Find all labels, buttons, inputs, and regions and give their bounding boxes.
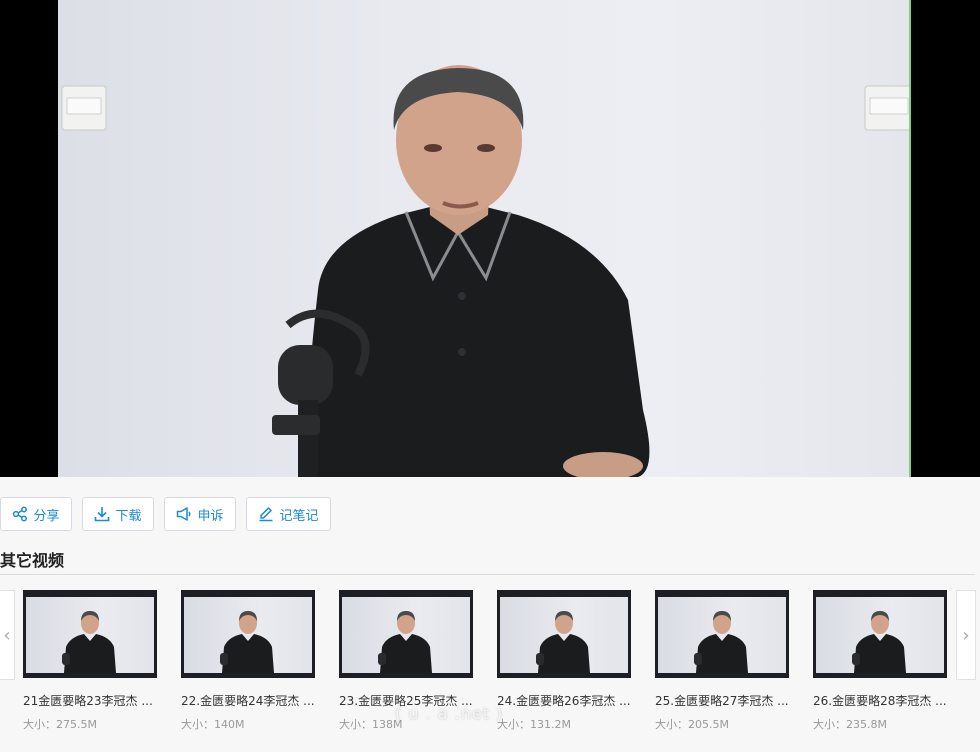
pencil-icon [259,507,273,522]
video-card[interactable]: 24.金匮要略26李冠杰 ... 大小：131.2M [497,590,633,731]
video-card[interactable]: 25.金匮要略27李冠杰 ... 大小：205.5M [655,590,791,731]
video-title[interactable]: 22.金匮要略24李冠杰 ... [181,692,317,709]
download-icon [95,507,110,522]
thumbnail-image [536,611,590,673]
other-videos-title: 其它视频 [0,551,65,570]
video-card[interactable]: 22.金匮要略24李冠杰 ... 大小：140M [181,590,317,731]
thumbnail-image [852,611,906,673]
video-title[interactable]: 23.金匮要略25李冠杰 ... [339,692,475,709]
video-title[interactable]: 24.金匮要略26李冠杰 ... [497,692,633,709]
chevron-left-icon: ‹ [3,624,11,646]
video-title[interactable]: 26.金匮要略28李冠杰 ... [813,692,949,709]
carousel-next-button[interactable]: › [956,590,976,680]
video-size: 大小：205.5M [655,718,729,731]
section-divider [0,574,975,575]
download-button[interactable]: 下载 [82,497,154,531]
download-label: 下载 [115,508,142,524]
video-still-image [61,65,911,477]
video-thumbnail [655,590,789,678]
video-title[interactable]: 25.金匮要略27李冠杰 ... [655,692,791,709]
thumbnail-image [220,611,274,673]
video-frame[interactable] [58,0,911,477]
take-notes-label: 记笔记 [279,508,319,524]
video-card[interactable]: 23.金匮要略25李冠杰 ... 大小：138M [339,590,475,731]
video-thumbnail [181,590,315,678]
thumbnail-image [378,611,432,673]
video-size: 大小：235.8M [813,718,887,731]
chevron-right-icon: › [962,624,970,646]
video-size: 大小：131.2M [497,718,571,731]
carousel-prev-button[interactable]: ‹ [0,590,15,680]
report-button[interactable]: 申诉 [164,497,236,531]
report-label: 申诉 [197,508,224,524]
video-size: 大小：140M [181,718,245,731]
video-card[interactable]: 26.金匮要略28李冠杰 ... 大小：235.8M [813,590,949,731]
video-edge-line [909,0,911,477]
video-player[interactable] [0,0,980,477]
share-button[interactable]: 分享 [0,497,72,531]
video-card[interactable]: 21金匮要略23李冠杰 ... 大小：275.5M [23,590,159,731]
video-thumbnail [23,590,157,678]
video-size: 大小：138M [339,718,403,731]
video-title[interactable]: 21金匮要略23李冠杰 ... [23,692,159,709]
megaphone-icon [177,507,191,521]
share-label: 分享 [33,508,60,524]
video-size: 大小：275.5M [23,718,97,731]
video-thumbnail [813,590,947,678]
video-actions: 分享 下载 申诉 记笔记 [0,497,341,531]
thumbnail-image [694,611,748,673]
video-thumbnail [497,590,631,678]
thumbnail-image [62,611,116,673]
share-icon [13,506,28,522]
video-thumbnail [339,590,473,678]
take-notes-button[interactable]: 记笔记 [246,497,331,531]
